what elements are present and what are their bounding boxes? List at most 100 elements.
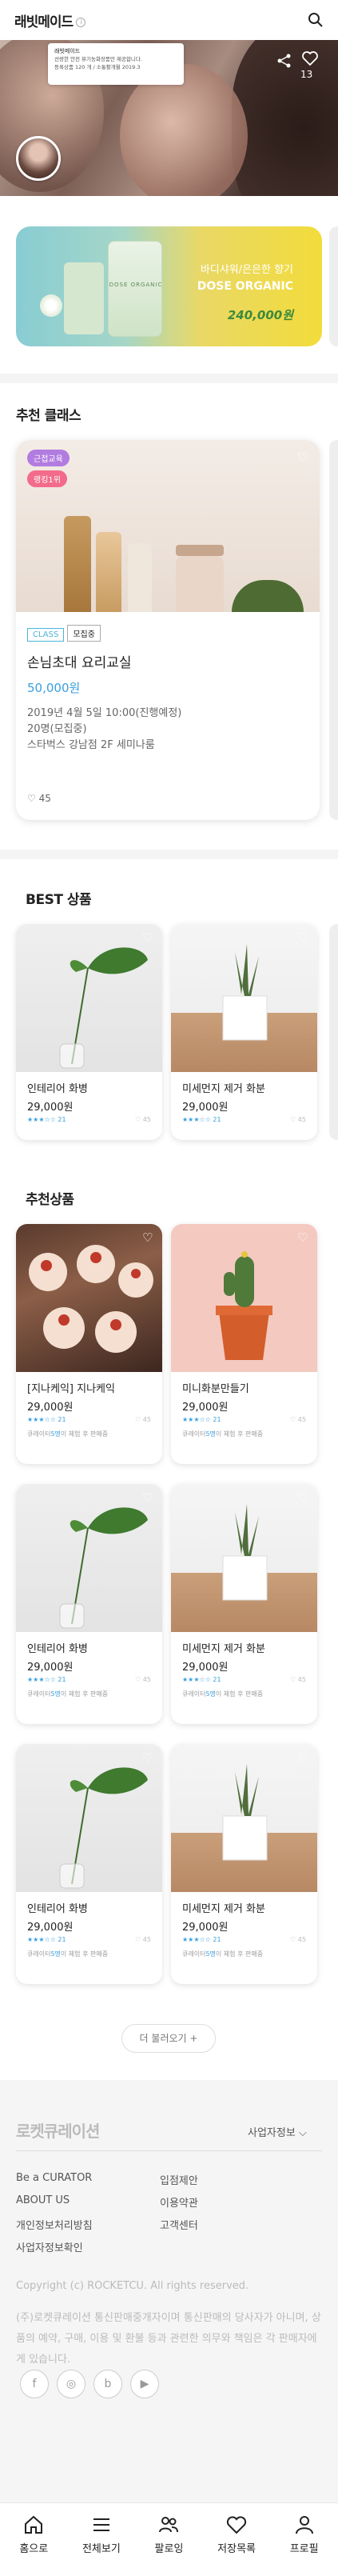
- section-title-products: 추천상품: [26, 1192, 74, 1208]
- divider: [0, 374, 338, 383]
- product-card[interactable]: ♡ 미세먼지 제거 화분 29,000원 ★★★☆☆ 21 ♡ 45 큐레이터5명…: [171, 1484, 317, 1724]
- product-heart-icon[interactable]: ♡: [297, 1751, 310, 1764]
- blog-icon[interactable]: b: [93, 2370, 122, 2398]
- app-logo[interactable]: 래빗메이드 i: [14, 10, 86, 30]
- profile-icon: [295, 2516, 313, 2534]
- footer-logo: 로켓큐레이션: [16, 2122, 100, 2141]
- class-price: 50,000원: [27, 681, 81, 695]
- product-price: 29,000원: [182, 1402, 229, 1414]
- product-card[interactable]: ♡ 인테리어 화병 29,000원 ★★★☆☆ 21 ♡ 45 큐레이터5명이 체…: [16, 1484, 162, 1724]
- class-likes[interactable]: ♡ 45: [27, 793, 51, 804]
- facebook-icon[interactable]: f: [20, 2370, 49, 2398]
- users-icon: [159, 2517, 179, 2533]
- divider: [0, 850, 338, 859]
- business-info-toggle[interactable]: 사업자정보 ⌵: [248, 2124, 307, 2139]
- badge-rank: 랭킹1위: [27, 470, 67, 487]
- curator-note: 큐레이터5명이 체험 후 판매중: [27, 1690, 109, 1698]
- heart-count: 13: [300, 69, 313, 80]
- product-rating: ★★★☆☆ 21: [182, 1116, 221, 1123]
- top-header: 래빗메이드 i: [0, 0, 338, 40]
- tab-following[interactable]: 팔로잉: [141, 2514, 197, 2576]
- load-more-button[interactable]: 더 불러오기 +: [121, 2024, 216, 2053]
- footer-link-partner[interactable]: 입점제안: [160, 2172, 198, 2187]
- curator-note: 큐레이터5명이 체험 후 판매중: [182, 1430, 264, 1438]
- bottle-label: DOSE ORGANIC: [109, 282, 163, 288]
- info-icon[interactable]: i: [76, 17, 86, 27]
- footer-link-biz-check[interactable]: 사업자정보확인: [16, 2239, 83, 2254]
- product-card[interactable]: ♡ 미세먼지 제거 화분 29,000원 ★★★☆☆ 21 ♡ 45: [171, 924, 317, 1140]
- product-price: 29,000원: [27, 1102, 74, 1114]
- product-likes: ♡ 45: [290, 1676, 306, 1683]
- legal-notice: (주)로켓큐레이션 통신판매중개자이며 통신판매의 당사자가 아니며, 상품의 …: [16, 2312, 321, 2366]
- product-price: 29,000원: [182, 1102, 229, 1114]
- copyright: Copyright (c) ROCKETCU. All rights reser…: [16, 2280, 249, 2292]
- badge-nearby: 근접교육: [27, 450, 70, 466]
- product-likes: ♡ 45: [135, 1116, 151, 1123]
- footer-link-terms[interactable]: 이용약관: [160, 2194, 198, 2210]
- next-class-peek[interactable]: [329, 440, 338, 820]
- product-rating: ★★★☆☆ 21: [27, 1936, 66, 1943]
- tab-profile[interactable]: 프로필: [276, 2514, 332, 2576]
- curator-note: 큐레이터5명이 체험 후 판매중: [182, 1950, 264, 1958]
- product-price: 29,000원: [27, 1402, 74, 1414]
- product-image: ♡: [171, 1484, 317, 1632]
- footer-link-support[interactable]: 고객센터: [160, 2217, 198, 2232]
- product-heart-icon[interactable]: ♡: [142, 931, 155, 944]
- heart-icon[interactable]: [302, 51, 318, 66]
- product-heart-icon[interactable]: ♡: [297, 1231, 310, 1244]
- product-image: ♡: [171, 1744, 317, 1892]
- tab-all[interactable]: 전체보기: [74, 2514, 129, 2576]
- tag-status: 모집중: [67, 625, 101, 642]
- avatar[interactable]: [16, 136, 61, 181]
- tab-saved[interactable]: 저장목록: [209, 2514, 264, 2576]
- class-heart-icon[interactable]: ♡: [297, 450, 308, 465]
- product-image: ♡: [16, 924, 162, 1072]
- product-name: 미니화분만들기: [182, 1383, 249, 1395]
- section-title-best: BEST 상품: [26, 892, 92, 908]
- product-price: 29,000원: [27, 1662, 74, 1674]
- product-card[interactable]: ♡ [지나케익] 지나케익 29,000원 ★★★☆☆ 21 ♡ 45 큐레이터5…: [16, 1224, 162, 1464]
- product-heart-icon[interactable]: ♡: [297, 1491, 310, 1504]
- search-icon[interactable]: [308, 12, 324, 28]
- product-likes: ♡ 45: [135, 1416, 151, 1423]
- instagram-icon[interactable]: ◎: [57, 2370, 85, 2398]
- product-card[interactable]: ♡ 미니화분만들기 29,000원 ★★★☆☆ 21 ♡ 45 큐레이터5명이 체…: [171, 1224, 317, 1464]
- product-name: 인테리어 화병: [27, 1903, 88, 1915]
- class-image: 근접교육 랭킹1위 ♡: [16, 440, 320, 612]
- chevron-down-icon: ⌵: [298, 2127, 307, 2139]
- footer-link-curator[interactable]: Be a CURATOR: [16, 2172, 92, 2184]
- product-card[interactable]: ♡ 미세먼지 제거 화분 29,000원 ★★★☆☆ 21 ♡ 45 큐레이터5명…: [171, 1744, 317, 1984]
- class-card[interactable]: 근접교육 랭킹1위 ♡ CLASS 모집중 손님초대 요리교실 50,000원 2…: [16, 440, 320, 820]
- next-banner-peek[interactable]: [329, 226, 338, 346]
- footer-divider: [16, 2150, 322, 2151]
- tab-home[interactable]: 홈으로: [6, 2514, 62, 2576]
- product-heart-icon[interactable]: ♡: [142, 1751, 155, 1764]
- product-name: 미세먼지 제거 화분: [182, 1083, 265, 1095]
- product-heart-icon[interactable]: ♡: [142, 1231, 155, 1244]
- banner-price: 240,000원: [227, 308, 293, 322]
- popup-line2: 등록상품 120 개 / 소통활개월 2019.3: [54, 64, 141, 70]
- product-card[interactable]: ♡ 인테리어 화병 29,000원 ★★★☆☆ 21 ♡ 45 큐레이터5명이 체…: [16, 1744, 162, 1984]
- product-heart-icon[interactable]: ♡: [142, 1491, 155, 1504]
- curator-note: 큐레이터5명이 체험 후 판매중: [27, 1430, 109, 1438]
- home-icon: [25, 2515, 43, 2534]
- banner-line2: DOSE ORGANIC: [197, 280, 293, 293]
- curator-note: 큐레이터5명이 체험 후 판매중: [182, 1690, 264, 1698]
- footer-link-about[interactable]: ABOUT US: [16, 2194, 70, 2206]
- product-likes: ♡ 45: [135, 1676, 151, 1683]
- product-likes: ♡ 45: [135, 1936, 151, 1943]
- product-card[interactable]: ♡ 인테리어 화병 29,000원 ★★★☆☆ 21 ♡ 45: [16, 924, 162, 1140]
- store-info-popup: 래빗메이드 선량한 안전 뮤기농화장품만 제공합니다. 등록상품 120 개 /…: [48, 43, 184, 85]
- product-price: 29,000원: [182, 1922, 229, 1934]
- youtube-icon[interactable]: ▶: [130, 2370, 159, 2398]
- product-image: ♡: [171, 924, 317, 1072]
- banner-line1: 바디샤워/은은한 향기: [200, 264, 293, 276]
- footer-link-privacy[interactable]: 개인정보처리방침: [16, 2217, 93, 2232]
- menu-icon: [93, 2518, 109, 2531]
- promo-banner[interactable]: DOSE ORGANIC 바디샤워/은은한 향기 DOSE ORGANIC 24…: [16, 226, 322, 346]
- product-rating: ★★★☆☆ 21: [27, 1676, 66, 1683]
- product-heart-icon[interactable]: ♡: [297, 931, 310, 944]
- share-icon[interactable]: [276, 53, 292, 69]
- product-name: 미세먼지 제거 화분: [182, 1643, 265, 1655]
- next-best-peek[interactable]: [329, 924, 338, 1140]
